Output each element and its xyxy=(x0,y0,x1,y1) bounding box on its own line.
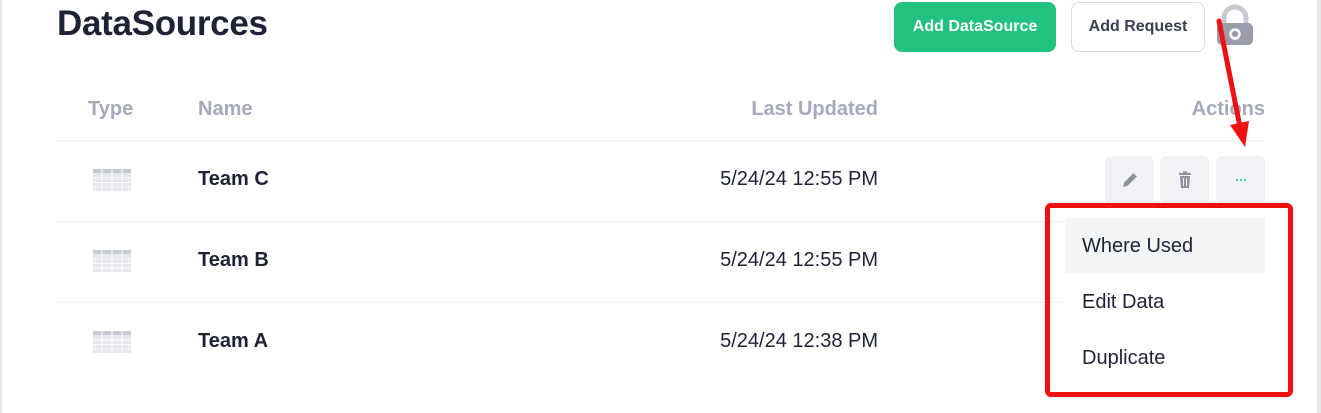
table-grid-icon xyxy=(93,169,131,191)
trash-icon xyxy=(1178,171,1191,188)
column-header-actions: Actions xyxy=(1191,98,1265,120)
row-name[interactable]: Team B xyxy=(198,249,269,272)
more-actions-button[interactable] xyxy=(1216,156,1265,204)
menu-item-edit-data[interactable]: Edit Data xyxy=(1065,274,1265,330)
window-border-right xyxy=(1317,0,1321,413)
ellipsis-icon xyxy=(1235,179,1246,181)
menu-item-duplicate[interactable]: Duplicate xyxy=(1065,330,1265,386)
actions-dropdown-menu: Where Used Edit Data Duplicate xyxy=(1065,218,1265,398)
row-last-updated: 5/24/24 12:55 PM xyxy=(720,168,878,190)
column-header-type[interactable]: Type xyxy=(88,98,133,121)
row-last-updated: 5/24/24 12:55 PM xyxy=(720,249,878,271)
delete-button[interactable] xyxy=(1160,156,1209,204)
add-request-button[interactable]: Add Request xyxy=(1071,2,1205,52)
add-datasource-button[interactable]: Add DataSource xyxy=(894,2,1056,52)
table-grid-icon xyxy=(93,331,131,353)
menu-item-where-used[interactable]: Where Used xyxy=(1065,218,1265,274)
column-header-last-updated[interactable]: Last Updated xyxy=(678,98,878,121)
page-title: DataSources xyxy=(57,4,268,43)
column-header-name[interactable]: Name xyxy=(198,98,252,121)
row-name[interactable]: Team A xyxy=(198,330,268,353)
row-name[interactable]: Team C xyxy=(198,168,269,191)
table-grid-icon xyxy=(93,250,131,272)
edit-button[interactable] xyxy=(1105,156,1154,204)
lock-icon[interactable] xyxy=(1213,3,1257,47)
row-last-updated: 5/24/24 12:38 PM xyxy=(720,330,878,352)
window-border-left xyxy=(0,0,2,413)
pencil-icon xyxy=(1122,173,1137,187)
table-row[interactable]: Team C 5/24/24 12:55 PM xyxy=(57,141,1265,221)
